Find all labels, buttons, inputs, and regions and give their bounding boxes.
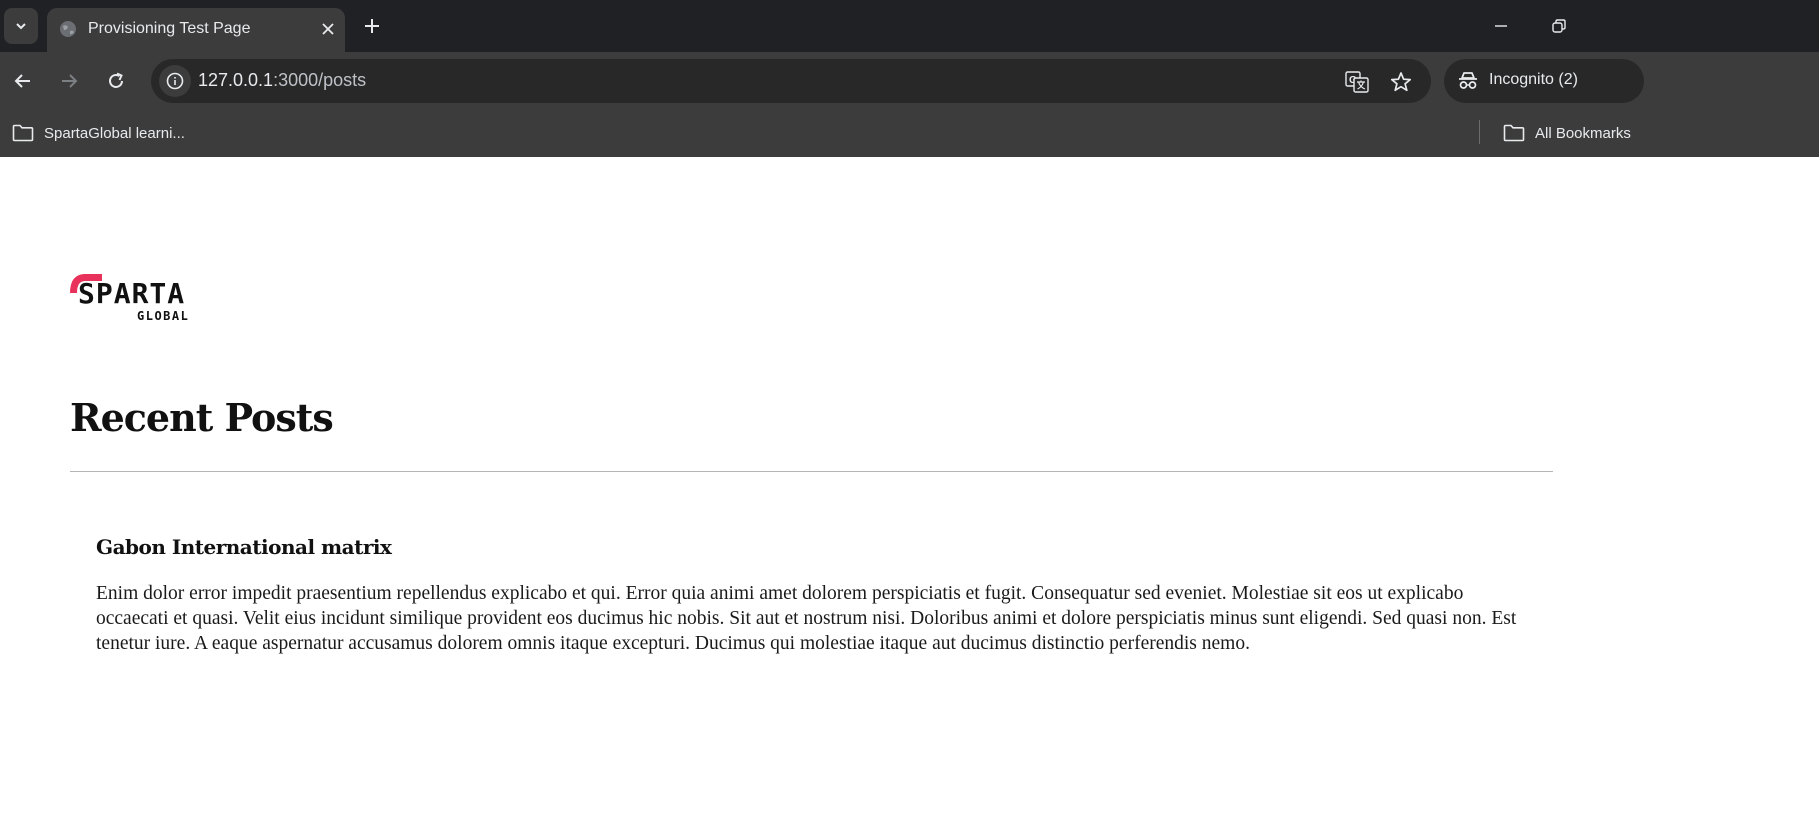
incognito-profile-button[interactable]: Incognito (2) xyxy=(1444,59,1644,103)
sparta-global-logo: SPARTA GLOBAL xyxy=(70,274,189,323)
logo-sub-text: GLOBAL xyxy=(137,309,189,323)
tab-close-button[interactable] xyxy=(317,18,339,40)
tab-strip: Provisioning Test Page xyxy=(0,0,1819,52)
bookmarks-separator xyxy=(1479,120,1480,144)
bookmark-label: All Bookmarks xyxy=(1535,124,1631,142)
back-button[interactable] xyxy=(7,65,39,97)
browser-toolbar: 127.0.0.1:3000/posts G Incognito (2) xyxy=(0,52,1819,110)
incognito-label: Incognito (2) xyxy=(1489,71,1578,88)
bookmarks-bar: SpartaGlobal learni... All Bookmarks xyxy=(0,110,1819,157)
post-body: Enim dolor error impedit praesentium rep… xyxy=(96,583,1517,654)
new-tab-button[interactable] xyxy=(358,12,386,40)
info-icon xyxy=(166,72,184,90)
incognito-icon xyxy=(1459,72,1477,89)
arrow-left-icon xyxy=(14,74,30,88)
translate-button[interactable]: G xyxy=(1343,69,1371,95)
post-card: Gabon International matrix Enim dolor er… xyxy=(96,535,1536,656)
bookmark-star-button[interactable] xyxy=(1387,69,1415,95)
page-title: Recent Posts xyxy=(70,395,334,440)
close-icon xyxy=(322,23,334,35)
translate-icon: G xyxy=(1345,71,1369,93)
globe-icon xyxy=(60,21,76,37)
plus-icon xyxy=(365,19,379,33)
restore-button[interactable] xyxy=(1546,14,1572,38)
bookmark-label: SpartaGlobal learni... xyxy=(44,124,185,142)
star-icon xyxy=(1390,72,1412,92)
address-bar[interactable]: 127.0.0.1:3000/posts G xyxy=(151,59,1431,103)
minimize-icon xyxy=(1495,25,1507,27)
reload-button[interactable] xyxy=(100,65,132,97)
bookmark-folder-spartaglobal[interactable]: SpartaGlobal learni... xyxy=(12,120,185,146)
url-text[interactable]: 127.0.0.1:3000/posts xyxy=(198,70,366,91)
all-bookmarks-button[interactable]: All Bookmarks xyxy=(1503,120,1631,146)
forward-button[interactable] xyxy=(53,65,85,97)
divider xyxy=(70,471,1553,472)
reload-icon xyxy=(109,72,123,88)
folder-icon xyxy=(1503,124,1525,142)
post-title: Gabon International matrix xyxy=(96,535,392,559)
url-host: 127.0.0.1 xyxy=(198,70,274,90)
arrow-right-icon xyxy=(62,74,78,88)
restore-icon xyxy=(1552,19,1566,33)
active-tab[interactable]: Provisioning Test Page xyxy=(47,8,345,52)
tab-title: Provisioning Test Page xyxy=(88,20,251,37)
url-path: :3000/posts xyxy=(273,70,367,90)
page-content: SPARTA GLOBAL Recent Posts Gabon Interna… xyxy=(0,157,1819,814)
logo-brand-text: SPARTA xyxy=(78,277,185,310)
tab-search-button[interactable] xyxy=(4,8,38,44)
minimize-button[interactable] xyxy=(1488,14,1514,38)
chevron-down-icon xyxy=(16,23,26,30)
site-info-button[interactable] xyxy=(159,65,191,97)
folder-icon xyxy=(12,124,34,142)
